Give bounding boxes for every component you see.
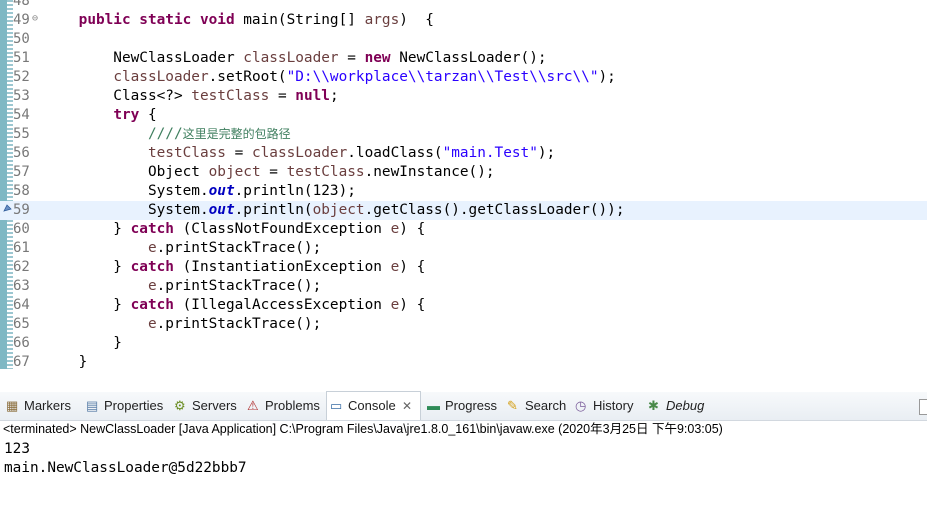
code-line[interactable]: 62 } catch (InstantiationException e) { (0, 258, 927, 277)
line-number: 63 (13, 278, 30, 294)
code-text: e.printStackTrace(); (147, 278, 322, 294)
console-icon: ▭ (330, 398, 343, 413)
code-line[interactable]: 53 Class<?> testClass = null; (0, 87, 927, 106)
horizontal-scrollbar[interactable]: ‹ (0, 369, 927, 371)
problems-icon: ⚠ (247, 398, 259, 413)
code-editor[interactable]: 48 49 ⊖ public static void main(String[] a… (0, 0, 927, 371)
progress-icon: ▬ (427, 398, 440, 413)
code-line[interactable]: 64 } catch (IllegalAccessException e) { (0, 296, 927, 315)
tab-markers[interactable]: ▦ Markers (3, 392, 79, 420)
code-text: Class<?> testClass = null; (44, 88, 339, 104)
tab-label: Problems (265, 398, 320, 413)
tab-label: Debug (666, 398, 705, 413)
code-text: Object object = testClass.newInstance(); (44, 164, 495, 180)
tab-label: Search (525, 398, 567, 413)
tab-label: History (593, 398, 634, 413)
code-line[interactable]: 58 System.out.println(123); (0, 182, 927, 201)
properties-icon: ▤ (86, 398, 99, 413)
code-line[interactable]: 57 Object object = testClass.newInstance… (0, 163, 927, 182)
tab-servers[interactable]: ⚙ Servers (171, 392, 241, 420)
tab-label: Progress (445, 398, 498, 413)
code-line[interactable]: 65 e.printStackTrace(); (0, 315, 927, 334)
code-line[interactable]: 50 (0, 30, 927, 49)
code-text: public static void main(String[] args) { (78, 12, 434, 28)
code-text: classLoader.setRoot("D:\\workplace\\tarz… (113, 69, 616, 85)
console-output-line: 123 (4, 441, 30, 457)
markers-icon: ▦ (6, 398, 19, 413)
line-number: 56 (13, 145, 30, 161)
line-number: 54 (13, 107, 30, 123)
history-icon: ◷ (575, 398, 587, 413)
line-number: 60 (13, 221, 30, 237)
console-status: <terminated> NewClassLoader [Java Applic… (3, 422, 723, 436)
line-number: 65 (13, 316, 30, 332)
line-number: 64 (13, 297, 30, 313)
line-number: 57 (13, 164, 30, 180)
code-line[interactable]: 51 NewClassLoader classLoader = new NewC… (0, 49, 927, 68)
close-icon[interactable]: ✕ (402, 392, 412, 420)
tab-search[interactable]: ✎ Search (504, 392, 569, 420)
line-number: 52 (13, 69, 30, 85)
code-text: System.out.println(object.getClass().get… (44, 202, 625, 218)
code-text: } catch (IllegalAccessException e) { (44, 297, 426, 313)
code-text: try { (113, 107, 157, 123)
line-number: 61 (13, 240, 30, 256)
code-text: e.printStackTrace(); (147, 316, 322, 332)
line-number: 58 (13, 183, 30, 199)
view-tab-bar: ▦ Markers ▤ Properties ⚙ Servers ⚠ Problems ▭ Con… (0, 391, 927, 421)
code-text: } catch (InstantiationException e) { (44, 259, 426, 275)
tab-label: Properties (104, 398, 164, 413)
code-text: e.printStackTrace(); (147, 240, 322, 256)
servers-icon: ⚙ (174, 398, 186, 413)
code-line[interactable]: 55 ////这里是完整的包路径 (0, 125, 927, 144)
line-number: 59 (13, 202, 30, 218)
tab-progress[interactable]: ▬ Progress (424, 392, 501, 420)
breakpoint-marker-icon[interactable] (3, 204, 12, 213)
tab-problems[interactable]: ⚠ Problems (244, 392, 323, 420)
line-number: 62 (13, 259, 30, 275)
code-line[interactable]: 59 System.out.println(object.getClass().… (0, 201, 927, 220)
fold-toggle-icon[interactable]: ⊖ (32, 14, 38, 24)
code-line[interactable]: 66 } (0, 334, 927, 353)
line-number: 48 (13, 0, 30, 9)
line-number: 50 (13, 31, 30, 47)
console-view: <terminated> NewClassLoader [Java Applic… (0, 421, 927, 510)
tab-console[interactable]: ▭ Console ✕ (326, 391, 421, 420)
code-line[interactable]: 49 ⊖ public static void main(String[] arg… (0, 11, 927, 30)
code-text: System.out.println(123); (44, 183, 356, 199)
code-text: ////这里是完整的包路径 (44, 126, 291, 142)
tab-debug[interactable]: ✱ Debug (645, 392, 711, 420)
line-number: 53 (13, 88, 30, 104)
code-line[interactable]: 56 testClass = classLoader.loadClass("ma… (0, 144, 927, 163)
tab-label: Markers (24, 398, 71, 413)
code-text: } catch (ClassNotFoundException e) { (44, 221, 426, 237)
tab-properties[interactable]: ▤ Properties (83, 392, 167, 420)
code-line[interactable]: 63 e.printStackTrace(); (0, 277, 927, 296)
code-line[interactable]: 60 } catch (ClassNotFoundException e) { (0, 220, 927, 239)
line-number: 51 (13, 50, 30, 66)
code-line[interactable]: 48 (0, 0, 927, 11)
code-line[interactable]: 54 try { (0, 106, 927, 125)
code-text: } (44, 335, 122, 351)
tab-label: Servers (192, 398, 237, 413)
search-icon: ✎ (507, 398, 518, 413)
console-output-line: main.NewClassLoader@5d22bbb7 (4, 460, 247, 476)
line-number: 55 (13, 126, 30, 142)
debug-icon: ✱ (648, 398, 659, 413)
tab-label: Console (348, 398, 396, 413)
tab-history[interactable]: ◷ History (572, 392, 642, 420)
code-text: testClass = classLoader.loadClass("main.… (147, 145, 556, 161)
code-text: NewClassLoader classLoader = new NewClas… (44, 50, 547, 66)
code-line[interactable]: 61 e.printStackTrace(); (0, 239, 927, 258)
code-line[interactable]: 52 classLoader.setRoot("D:\\workplace\\t… (0, 68, 927, 87)
scroll-left-icon[interactable]: ‹ (45, 369, 49, 371)
line-number: 66 (13, 335, 30, 351)
maximize-icon[interactable] (919, 399, 927, 415)
